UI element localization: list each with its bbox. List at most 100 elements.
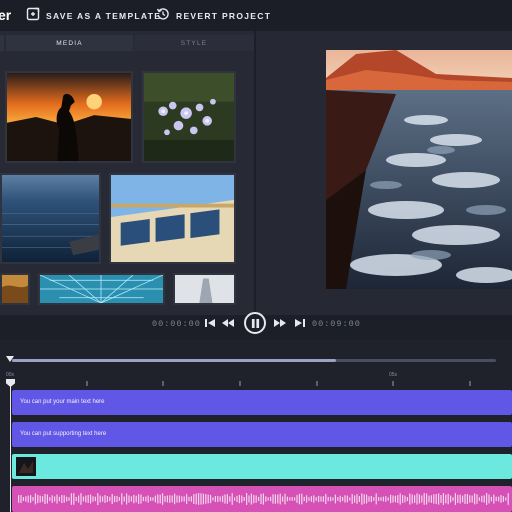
waveform-bar [92,496,94,502]
waveform-bar [466,494,468,504]
waveform-bar [270,496,272,502]
waveform-bar [123,496,125,502]
waveform-bar [505,497,507,501]
waveform-bar [464,494,466,504]
tab-style[interactable]: STYLE [134,35,254,51]
waveform-bar [462,495,464,503]
audio-track[interactable] [12,486,512,512]
waveform-bar [54,496,56,502]
tab-media[interactable]: MEDIA [6,35,133,51]
waveform-bar [78,495,80,503]
waveform-bar [488,494,490,504]
waveform-bar [262,493,264,505]
skip-back-icon[interactable] [204,317,216,329]
media-thumbnail-desert[interactable] [0,273,30,305]
waveform-bar [498,496,500,502]
waveform-bar [421,495,423,503]
waveform-bar [327,496,329,502]
waveform-bar [246,493,248,505]
waveform-bar [190,496,192,502]
media-thumbnail-tower[interactable] [173,273,236,305]
current-time: 00:00:00 [152,319,201,329]
waveform-bar [478,497,480,501]
waveform-bar [298,493,300,505]
waveform-bar [20,495,22,503]
scrub-bar[interactable] [12,359,496,362]
waveform-bar [109,496,111,502]
main-text-track[interactable]: You can put your main text here [12,390,512,415]
media-thumbnail-dog-sunset[interactable] [5,71,133,163]
waveform-bar [58,496,60,502]
waveform-bar [198,493,200,505]
waveform-bar [469,495,471,503]
timeline: 00s 05s You can put your main text here … [0,340,512,512]
waveform-bar [495,496,497,502]
waveform-bar [176,495,178,503]
waveform-bar [164,496,166,502]
waveform-bar [75,497,77,502]
waveform-bar [111,494,113,504]
waveform-bar [193,494,195,504]
waveform-bar [344,495,346,503]
waveform-bar [210,495,212,503]
video-preview[interactable] [326,50,512,289]
waveform-bar [481,495,483,503]
waveform-bar [44,494,46,504]
waveform-bar [330,496,332,502]
save-as-template-button[interactable]: SAVE AS A TEMPLATE [26,6,161,26]
waveform-bar [104,495,106,503]
revert-project-button[interactable]: REVERT PROJECT [156,6,271,26]
ruler-tick [316,381,318,386]
waveform-bar [390,494,392,504]
waveform-bar [399,493,401,505]
waveform-bar [25,496,27,502]
waveform-bar [303,496,305,502]
waveform-bar [402,495,404,503]
waveform-bar [382,496,384,502]
media-thumbnail-dome[interactable] [38,273,165,305]
waveform-bar [130,496,132,502]
waveform-bar [337,497,339,501]
save-template-icon [26,7,40,26]
preview-panel [256,31,512,315]
waveform-bar [224,494,226,504]
pause-button[interactable] [244,312,266,334]
skip-forward-icon[interactable] [294,317,306,329]
time-ruler: 00s 05s [0,370,512,390]
rewind-icon[interactable] [222,317,234,329]
waveform-bar [46,494,48,504]
waveform-bar [212,497,214,501]
waveform-bar [502,496,504,502]
ruler-tick [469,381,471,386]
ruler-label-start: 00s [6,372,15,378]
waveform-bar [238,494,240,504]
scrub-start-marker[interactable] [6,356,14,362]
waveform-bar [440,495,442,503]
waveform-bar [188,496,190,502]
video-track[interactable] [12,454,512,479]
waveform-bar [202,493,204,505]
fast-forward-icon[interactable] [274,317,286,329]
waveform-bar [306,495,308,503]
waveform-bar [37,494,39,504]
waveform-bar [500,495,502,503]
media-tabs: MEDIA STYLE [0,35,254,51]
media-thumbnail-sea[interactable] [0,173,101,264]
waveform-bar [231,493,233,505]
playhead-line [10,381,11,512]
waveform-bar [438,493,440,505]
waveform-bar [18,495,20,503]
supporting-text-track[interactable]: You can put supporting text here [12,422,512,447]
waveform-bar [406,497,408,502]
waveform-bar [162,493,164,505]
waveform-bar [99,495,101,503]
waveform-bar [186,494,188,504]
waveform-bar [250,493,252,505]
waveform-bar [49,497,51,501]
media-thumbnail-flowers[interactable] [142,71,236,163]
waveform-bar [378,497,380,501]
waveform-bar [157,494,159,504]
waveform-bar [414,495,416,503]
waveform-bar [30,495,32,503]
media-thumbnail-building[interactable] [109,173,236,264]
